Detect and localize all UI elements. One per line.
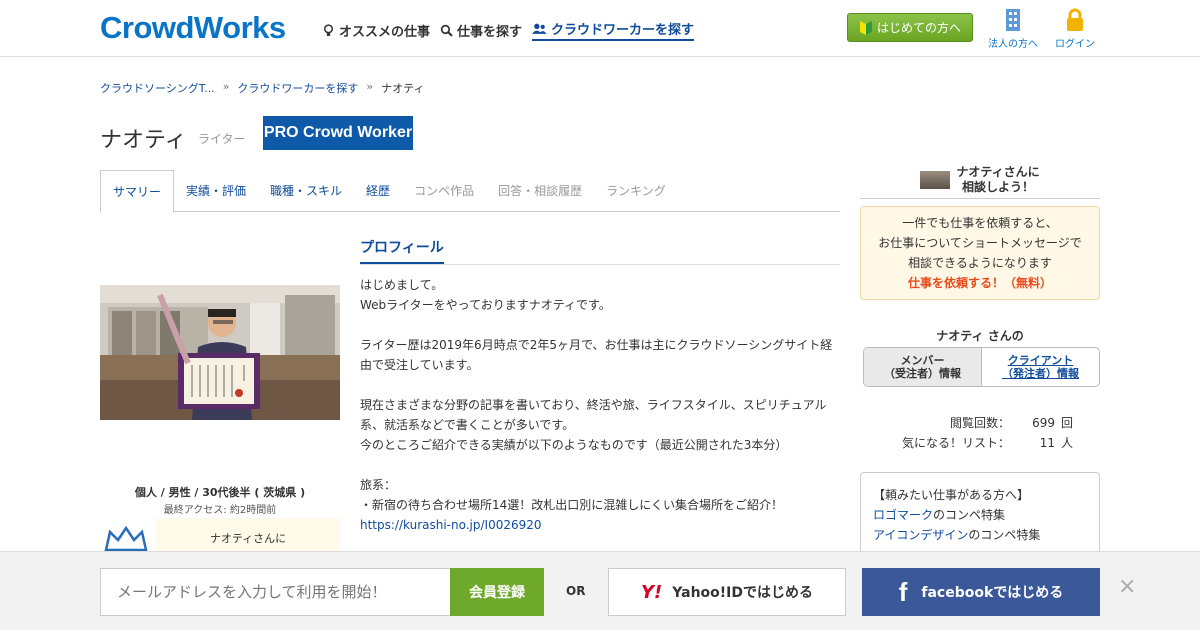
facebook-button-label: facebookではじめる (921, 585, 1064, 601)
breadcrumb: クラウドソーシングT... » クラウドワーカーを探す » ナオティ (100, 80, 425, 96)
first-time-button[interactable]: はじめての方へ (847, 13, 973, 42)
login-link-label: ログイン (1055, 39, 1095, 50)
profile-blank-line (360, 375, 842, 395)
worker-demographics: 個人 / 男性 / 30代後半 ( 茨城県 ) (134, 486, 306, 499)
consult-line-2: 相談しよう！ (961, 180, 1034, 194)
promo-title: 【頼みたい仕事がある方へ】 (873, 488, 1030, 502)
breadcrumb-home[interactable]: クラウドソーシングT... (100, 80, 215, 96)
nav-recommended-jobs[interactable]: オススメの仕事 (322, 19, 430, 41)
close-icon[interactable]: × (1118, 574, 1136, 599)
tab-competition-works: コンペ作品 (414, 184, 475, 198)
main-nav: オススメの仕事 仕事を探す クラウドワーカーを探す (322, 19, 695, 41)
site-logo[interactable]: CrowdWorks (100, 10, 286, 46)
corporate-link[interactable]: 法人の方へ (988, 8, 1038, 50)
yahoo-login-button[interactable]: Y! Yahoo!IDではじめる (608, 568, 846, 616)
profile-tabs: サマリー 実績・評価 職種・スキル 経歴 コンペ作品 回答・相談履歴 ランキング (100, 170, 840, 213)
profile-body: はじめまして。 Webライターをやっておりますナオティです。 ライター歴は201… (360, 275, 842, 535)
notice-line: 一件でも仕事を依頼すると、 (902, 216, 1058, 230)
breadcrumb-separator: » (222, 80, 230, 93)
promo-item: ロゴマークのコンペ特集 (873, 505, 1087, 525)
stat-value: 11 (1039, 436, 1055, 450)
nav-label: クラウドワーカーを探す (551, 23, 695, 38)
profile-blank-line (360, 315, 842, 335)
corporate-link-label: 法人の方へ (988, 39, 1038, 50)
promo-link-icon-design[interactable]: アイコンデザイン (873, 528, 968, 542)
worker-stats: 閲覧回数： 699 回 気になる！リスト： 11 人 (860, 413, 1100, 453)
tab-answer-history: 回答・相談履歴 (498, 184, 583, 198)
bulb-icon (323, 23, 334, 36)
profile-line: 旅系： (360, 478, 397, 492)
stat-favorites: 気になる！リスト： 11 人 (860, 433, 1100, 453)
people-icon (532, 23, 547, 34)
consult-header: ナオティさんに 相談しよう！ (860, 162, 1100, 199)
nav-label: オススメの仕事 (339, 24, 431, 40)
toggle-member-info[interactable]: メンバー （受注者）情報 (864, 348, 982, 386)
profile-heading: プロフィール (360, 237, 444, 264)
tab-ranking: ランキング (606, 184, 666, 198)
yahoo-logo-icon: Y! (641, 581, 663, 603)
request-notice: 一件でも仕事を依頼すると、 お仕事についてショートメッセージで 相談できるように… (860, 206, 1100, 300)
consult-line-1: ナオティさんに (956, 165, 1040, 179)
promo-rest: のコンペ特集 (933, 508, 1006, 522)
notice-line: 相談できるようになります (908, 256, 1052, 270)
first-time-label: はじめての方へ (876, 21, 961, 35)
site-header: CrowdWorks オススメの仕事 仕事を探す クラウドワーカーを探す はじめ… (0, 0, 1200, 57)
nav-find-workers[interactable]: クラウドワーカーを探す (532, 19, 695, 41)
toggle-client-info[interactable]: クライアント （発注者）情報 (982, 348, 1099, 386)
stat-unit: 回 (1061, 416, 1074, 430)
promo-rest: のコンペ特集 (968, 528, 1041, 542)
profile-divider (360, 264, 840, 265)
worker-role: ライター (198, 132, 246, 146)
worker-name: ナオティ (100, 128, 187, 153)
nav-find-jobs[interactable]: 仕事を探す (440, 19, 522, 41)
promo-link-logo[interactable]: ロゴマーク (873, 508, 933, 522)
notice-line: お仕事についてショートメッセージで (878, 236, 1082, 250)
profile-line: Webライターをやっておりますナオティです。 (360, 298, 611, 312)
stat-unit: 人 (1061, 436, 1074, 450)
portfolio-link[interactable]: https://kurashi-no.jp/I0026920 (360, 518, 542, 532)
building-icon (1006, 9, 1020, 31)
tab-career[interactable]: 経歴 (354, 170, 402, 212)
stat-label: 気になる！リスト： (901, 436, 1010, 450)
login-link[interactable]: ログイン (1055, 8, 1095, 50)
request-job-link[interactable]: 仕事を依頼する！（無料） (908, 276, 1052, 290)
tab-achievements[interactable]: 実績・評価 (174, 170, 258, 212)
last-access: 最終アクセス: 約2時間前 (163, 505, 277, 516)
pro-crowd-worker-badge: PRO Crowd Worker (263, 116, 413, 150)
profile-line: ・新宿の待ち合わせ場所14選！改札出口別に混雑しにくい集合場所をご紹介！ (360, 498, 784, 512)
facebook-logo-icon: f (898, 576, 908, 607)
beginner-leaf-icon (859, 20, 872, 35)
profile-line: ライター歴は2019年6月時点で2年5ヶ月で、お仕事は主にクラウドソーシングサイ… (360, 338, 833, 372)
signup-bar: 会員登録 OR Y! Yahoo!IDではじめる f facebookではじめる… (0, 551, 1200, 630)
profile-line: はじめまして。 (360, 278, 444, 292)
owner-label: ナオティ さんの (936, 329, 1024, 343)
profile-line: 今のところご紹介できる実績が以下のようなものです（最近公開された3本分） (360, 438, 788, 452)
stat-value: 699 (1032, 416, 1055, 430)
facebook-login-button[interactable]: f facebookではじめる (862, 568, 1100, 616)
email-input[interactable] (100, 568, 451, 616)
tab-summary[interactable]: サマリー (100, 170, 175, 213)
profile-line: 現在さまざまな分野の記事を書いており、終活や旅、ライフスタイル、スピリチュアル系… (360, 398, 827, 432)
profile-photo (100, 285, 340, 420)
breadcrumb-find-workers[interactable]: クラウドワーカーを探す (237, 80, 358, 96)
profile-blank-line (360, 455, 842, 475)
worker-thumbnail (920, 171, 951, 189)
or-label: OR (566, 584, 586, 598)
stat-label: 閲覧回数： (949, 416, 1010, 430)
nav-label: 仕事を探す (457, 24, 523, 40)
register-button[interactable]: 会員登録 (450, 568, 544, 616)
lock-icon (1067, 8, 1083, 31)
stat-views: 閲覧回数： 699 回 (860, 413, 1100, 433)
search-icon (440, 24, 453, 37)
breadcrumb-current: ナオティ (381, 82, 425, 95)
yahoo-button-label: Yahoo!IDではじめる (672, 585, 813, 601)
breadcrumb-separator: » (366, 80, 374, 93)
promo-item: アイコンデザインのコンペ特集 (873, 525, 1087, 545)
consult-mini-text: ナオティさんに (209, 532, 287, 545)
info-toggle: メンバー （受注者）情報 クライアント （発注者）情報 (863, 347, 1100, 387)
tab-skills[interactable]: 職種・スキル (258, 170, 354, 212)
